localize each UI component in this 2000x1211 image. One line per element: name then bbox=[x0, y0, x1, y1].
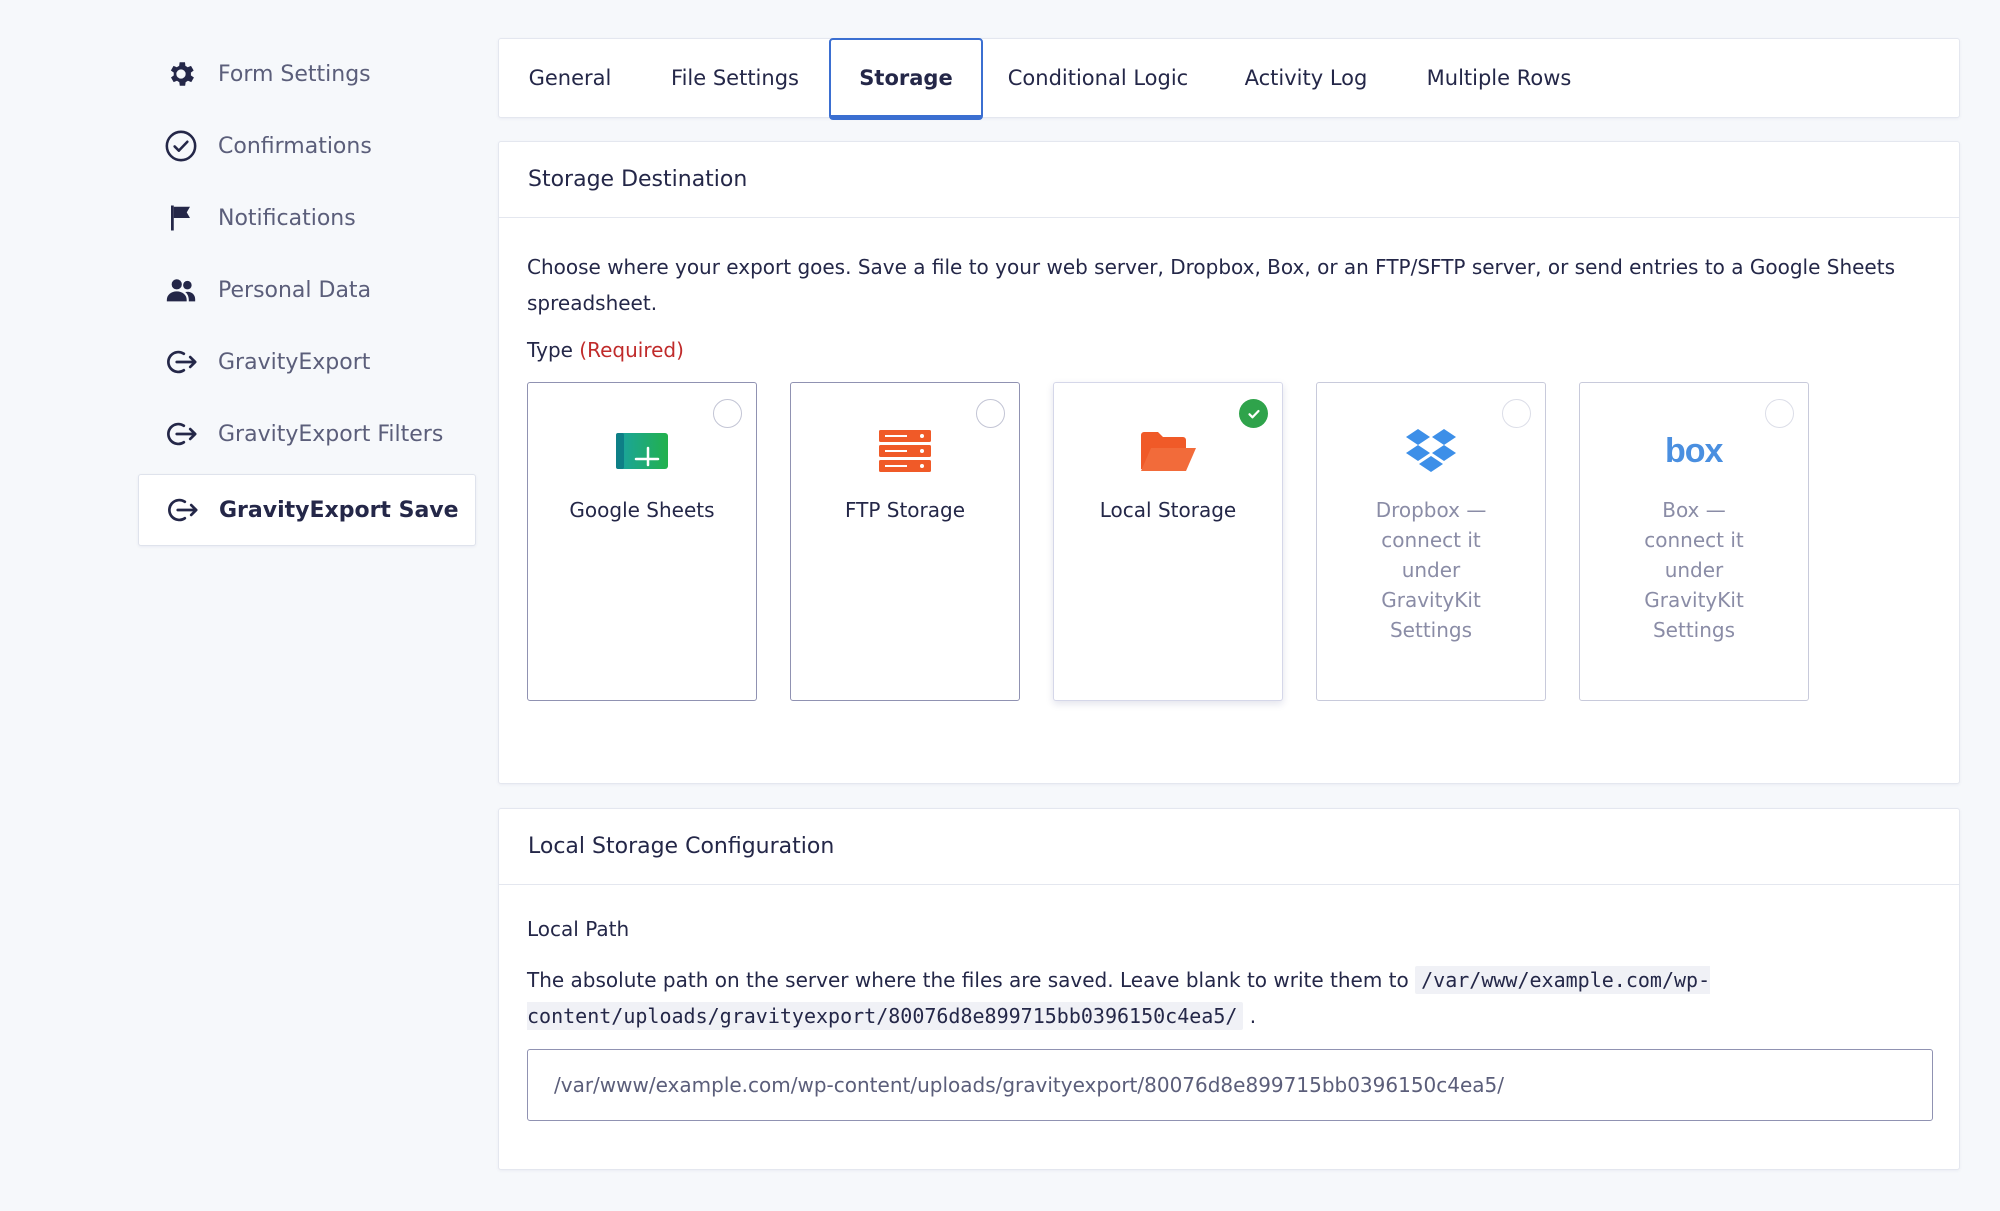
storage-option-box[interactable]: box Box — connect it under GravityKit Se… bbox=[1579, 382, 1809, 701]
sidebar-item-personal-data[interactable]: Personal Data bbox=[138, 254, 476, 326]
sidebar-item-form-settings[interactable]: Form Settings bbox=[138, 38, 476, 110]
sidebar-item-label: GravityExport Filters bbox=[218, 421, 444, 447]
settings-sidebar: Form Settings Confirmations Notification… bbox=[138, 38, 476, 546]
tab-general[interactable]: General bbox=[499, 39, 641, 117]
type-label-text: Type bbox=[527, 338, 573, 362]
tab-storage[interactable]: Storage bbox=[829, 38, 983, 120]
storage-option-google-sheets[interactable]: Google Sheets bbox=[527, 382, 757, 701]
users-icon bbox=[164, 273, 198, 307]
server-icon bbox=[878, 427, 932, 475]
local-storage-config-panel: Local Storage Configuration Local Path T… bbox=[498, 808, 1960, 1170]
sidebar-item-label: Form Settings bbox=[218, 61, 371, 87]
storage-option-label: Google Sheets bbox=[569, 498, 715, 522]
storage-option-label: Box — connect it under GravityKit Settin… bbox=[1644, 498, 1744, 642]
local-path-description: The absolute path on the server where th… bbox=[527, 962, 1807, 1034]
radio-dropbox[interactable] bbox=[1502, 399, 1531, 428]
radio-ftp[interactable] bbox=[976, 399, 1005, 428]
storage-option-label: Dropbox — connect it under GravityKit Se… bbox=[1375, 498, 1487, 642]
sidebar-item-confirmations[interactable]: Confirmations bbox=[138, 110, 476, 182]
storage-option-label: FTP Storage bbox=[844, 498, 966, 522]
check-circle-icon bbox=[164, 129, 198, 163]
storage-option-dropbox[interactable]: Dropbox — connect it under GravityKit Se… bbox=[1316, 382, 1546, 701]
panel-title: Local Storage Configuration bbox=[499, 809, 1959, 885]
local-path-input[interactable] bbox=[527, 1049, 1933, 1121]
sidebar-item-label: GravityExport bbox=[218, 349, 371, 375]
required-indicator: (Required) bbox=[579, 338, 684, 362]
sidebar-item-label: Notifications bbox=[218, 205, 356, 231]
settings-tabs: General File Settings Storage Conditiona… bbox=[498, 38, 1960, 120]
svg-text:box: box bbox=[1665, 434, 1723, 468]
storage-option-local[interactable]: Local Storage bbox=[1053, 382, 1283, 701]
tab-activity-log[interactable]: Activity Log bbox=[1213, 39, 1399, 117]
storage-type-options: Google Sheets FTP Storage Local Storage … bbox=[527, 382, 1809, 701]
storage-option-ftp[interactable]: FTP Storage bbox=[790, 382, 1020, 701]
flag-icon bbox=[164, 201, 198, 235]
google-sheets-icon bbox=[614, 427, 670, 475]
storage-description: Choose where your export goes. Save a fi… bbox=[527, 255, 1895, 315]
export-icon bbox=[165, 493, 199, 527]
tab-file-settings[interactable]: File Settings bbox=[641, 39, 829, 117]
export-icon bbox=[164, 417, 198, 451]
storage-option-label: Local Storage bbox=[1099, 498, 1237, 522]
sidebar-item-label: Personal Data bbox=[218, 277, 372, 303]
sidebar-item-gravityexport[interactable]: GravityExport bbox=[138, 326, 476, 398]
local-path-label: Local Path bbox=[527, 917, 630, 941]
box-icon: box bbox=[1665, 427, 1723, 475]
storage-destination-panel: Storage Destination Choose where your ex… bbox=[498, 141, 1960, 784]
radio-google-sheets[interactable] bbox=[713, 399, 742, 428]
export-icon bbox=[164, 345, 198, 379]
sidebar-item-label: Confirmations bbox=[218, 133, 372, 159]
gear-icon bbox=[164, 57, 198, 91]
type-field-label: Type (Required) bbox=[527, 338, 684, 362]
radio-local-checked[interactable] bbox=[1239, 399, 1268, 428]
tab-multiple-rows[interactable]: Multiple Rows bbox=[1399, 39, 1599, 117]
sidebar-item-gravityexport-save[interactable]: GravityExport Save bbox=[138, 474, 476, 546]
checkmark-icon bbox=[1247, 409, 1260, 418]
description-text: The absolute path on the server where th… bbox=[527, 968, 1409, 992]
description-suffix: . bbox=[1249, 1004, 1257, 1028]
panel-title: Storage Destination bbox=[499, 142, 1959, 218]
radio-box[interactable] bbox=[1765, 399, 1794, 428]
sidebar-item-label: GravityExport Save bbox=[219, 497, 459, 523]
tab-conditional-logic[interactable]: Conditional Logic bbox=[983, 39, 1213, 117]
folder-open-icon bbox=[1139, 427, 1197, 475]
dropbox-icon bbox=[1405, 427, 1457, 475]
sidebar-item-notifications[interactable]: Notifications bbox=[138, 182, 476, 254]
sidebar-item-gravityexport-filters[interactable]: GravityExport Filters bbox=[138, 398, 476, 470]
